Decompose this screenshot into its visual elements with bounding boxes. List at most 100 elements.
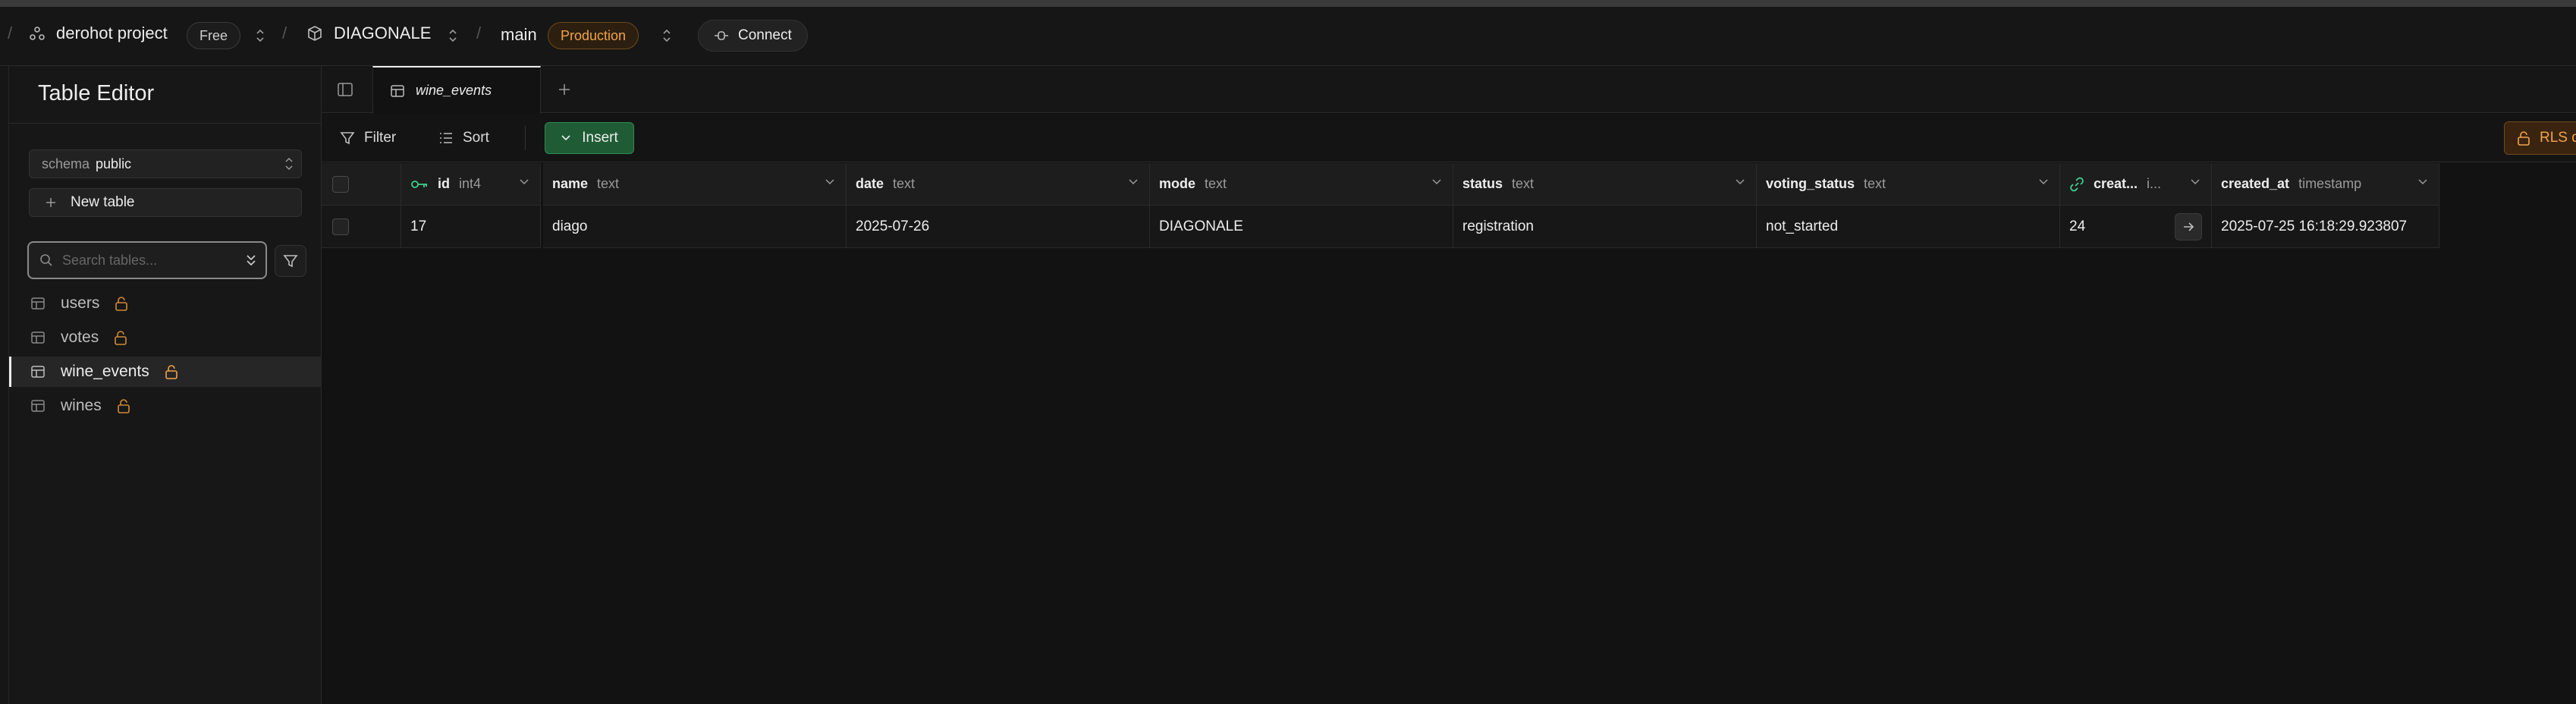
lock-open-icon	[2517, 130, 2530, 146]
connect-label: Connect	[738, 27, 792, 43]
connect-button[interactable]: Connect	[698, 20, 808, 52]
chevron-down-icon[interactable]	[2190, 178, 2201, 186]
sort-label: Sort	[463, 130, 489, 146]
chevron-down-icon[interactable]	[519, 178, 529, 186]
select-all-header	[322, 163, 401, 206]
search-tables-input[interactable]	[62, 252, 229, 269]
chevron-down-icon[interactable]	[1431, 178, 1442, 186]
branch-name[interactable]: main	[501, 25, 537, 45]
column-type: text	[1512, 176, 1535, 191]
key-icon	[410, 179, 429, 190]
table-item-users[interactable]: users	[9, 288, 322, 319]
lock-open-icon	[117, 398, 130, 413]
select-all-checkbox[interactable]	[332, 175, 349, 193]
tab-label: wine_events	[416, 83, 492, 98]
tab-wine-events[interactable]: wine_events	[372, 66, 541, 114]
table-item-label: votes	[61, 328, 99, 346]
plus-icon	[45, 196, 57, 209]
table-item-label: wine_events	[61, 363, 149, 380]
column-header-status[interactable]: status text	[1453, 163, 1757, 206]
add-tab-icon[interactable]	[557, 82, 572, 97]
box-icon	[306, 25, 323, 42]
sidebar-toggle-icon[interactable]	[337, 81, 353, 98]
column-type: text	[1864, 176, 1886, 191]
column-name: status	[1462, 176, 1503, 191]
rls-label: RLS d	[2540, 130, 2576, 146]
chevron-down-icon[interactable]	[1735, 178, 1745, 186]
filter-icon	[283, 253, 298, 269]
plan-badge: Free	[187, 22, 241, 49]
toolbar-divider	[525, 126, 526, 150]
org-name: derohot project	[56, 24, 168, 42]
breadcrumb-separator: /	[282, 24, 287, 42]
chevron-down-icon[interactable]	[2038, 178, 2049, 186]
schema-select[interactable]: schema public	[29, 149, 302, 178]
sort-button[interactable]: Sort	[438, 123, 489, 153]
tab-bar: wine_events	[322, 66, 2576, 114]
filter-label: Filter	[364, 130, 397, 146]
table-cell[interactable]: registration	[1453, 206, 1757, 248]
table-item-votes[interactable]: votes	[9, 322, 322, 353]
column-name: created_at	[2221, 176, 2290, 191]
new-table-label: New table	[71, 194, 135, 210]
table-item-wines[interactable]: wines	[9, 391, 322, 421]
project-selector[interactable]: DIAGONALE	[306, 24, 431, 43]
lock-open-icon	[114, 330, 127, 345]
org-selector[interactable]: derohot project	[29, 24, 168, 43]
breadcrumb-separator: /	[8, 24, 13, 42]
table-cell-foreign-key[interactable]: 24	[2060, 206, 2212, 248]
chevron-updown-icon[interactable]	[448, 28, 458, 43]
lock-open-icon	[115, 296, 128, 311]
table-icon	[30, 330, 46, 345]
column-name: id	[438, 176, 450, 191]
column-header-created-by[interactable]: creat... i...	[2060, 163, 2212, 206]
arrow-right-icon	[2182, 222, 2194, 232]
new-table-button[interactable]: New table	[29, 188, 302, 217]
row-checkbox[interactable]	[332, 218, 349, 235]
table-cell[interactable]: 17	[401, 206, 541, 248]
table-item-wine-events[interactable]: wine_events	[9, 357, 322, 387]
collapse-chevrons-icon[interactable]	[244, 253, 258, 268]
sort-icon	[438, 131, 454, 145]
column-name: mode	[1159, 176, 1196, 191]
column-header-id[interactable]: id int4	[401, 163, 541, 206]
chevron-down-icon[interactable]	[2417, 178, 2428, 186]
chevron-down-icon[interactable]	[1128, 178, 1139, 186]
left-rail	[0, 66, 9, 704]
follow-reference-button[interactable]	[2175, 213, 2202, 240]
column-header-created-at[interactable]: created_at timestamp	[2212, 163, 2439, 206]
table-cell[interactable]: 2025-07-26	[847, 206, 1150, 248]
table-cell[interactable]: diago	[543, 206, 847, 248]
column-name: name	[552, 176, 589, 191]
column-header-voting-status[interactable]: voting_status text	[1757, 163, 2060, 206]
column-header-name[interactable]: name text	[543, 163, 847, 206]
link-icon	[2069, 177, 2084, 192]
insert-label: Insert	[582, 130, 618, 146]
chevron-updown-icon[interactable]	[255, 28, 265, 43]
cell-value: 24	[2069, 218, 2086, 234]
row-select-cell	[322, 206, 401, 248]
column-type: int4	[459, 176, 482, 191]
top-bar: / derohot project Free / DIAGONALE / mai…	[0, 7, 2576, 66]
filter-button[interactable]: Filter	[340, 123, 396, 153]
table-item-label: users	[61, 294, 100, 312]
table-cell[interactable]: 2025-07-25 16:18:29.923807	[2212, 206, 2439, 248]
chevron-updown-icon[interactable]	[661, 28, 672, 43]
org-icon	[29, 25, 46, 42]
main-panel: wine_events Filter Sort Insert RLS d id …	[322, 66, 2576, 704]
search-tables-box[interactable]	[27, 241, 267, 279]
lock-open-icon	[165, 364, 178, 379]
column-header-mode[interactable]: mode text	[1150, 163, 1453, 206]
rls-disabled-button[interactable]: RLS d	[2504, 121, 2576, 155]
insert-button[interactable]: Insert	[545, 122, 634, 154]
table-cell[interactable]: not_started	[1757, 206, 2060, 248]
column-type: text	[1205, 176, 1227, 191]
column-header-date[interactable]: date text	[847, 163, 1150, 206]
table-cell[interactable]: DIAGONALE	[1150, 206, 1453, 248]
table-item-label: wines	[61, 397, 102, 414]
chevron-updown-icon	[284, 157, 294, 171]
window-top-strip	[0, 0, 2576, 7]
table-icon	[30, 398, 46, 413]
filter-tables-button[interactable]	[275, 245, 306, 277]
chevron-down-icon[interactable]	[825, 178, 835, 186]
